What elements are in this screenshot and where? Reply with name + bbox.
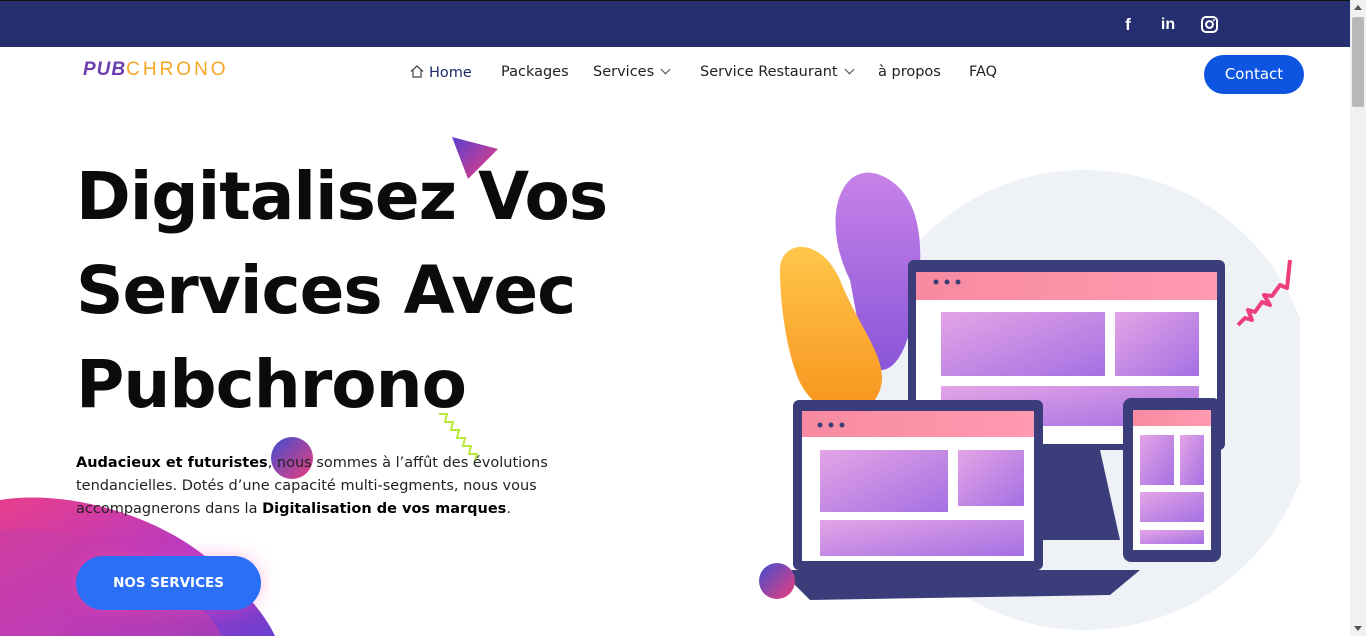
logo-text-chrono: CHRONO <box>126 59 229 80</box>
nav-item-home[interactable]: Home <box>410 64 472 81</box>
hero-title: Digitalisez Vos Services Avec Pubchrono <box>76 150 696 432</box>
nos-services-button[interactable]: NOS SERVICES <box>76 556 261 610</box>
scroll-up-icon[interactable] <box>1354 5 1362 10</box>
hero-text-bold-2: Digitalisation de vos marques <box>262 501 507 517</box>
triangle-decoration <box>452 137 498 179</box>
hero-text-bold-1: Audacieux et futuristes <box>76 455 268 471</box>
instagram-icon[interactable] <box>1199 15 1219 35</box>
nav-item-service-restaurant[interactable]: Service Restaurant <box>700 64 855 80</box>
nav-item-a-propos[interactable]: à propos <box>878 64 941 80</box>
contact-button[interactable]: Contact <box>1204 55 1304 94</box>
chevron-down-icon <box>844 64 855 75</box>
home-icon <box>410 65 424 78</box>
hero-title-line-3: Pubchrono <box>76 346 467 423</box>
hero-title-line-2: Services Avec <box>76 252 576 329</box>
nav-item-service-restaurant-label: Service Restaurant <box>700 64 838 80</box>
nav-item-faq[interactable]: FAQ <box>969 64 997 80</box>
nav-item-packages[interactable]: Packages <box>501 64 569 80</box>
main-navbar: PUBCHRONO Home Packages Services Service… <box>0 47 1350 103</box>
pubchrono-logo[interactable]: PUBCHRONO <box>83 59 229 81</box>
scroll-down-icon[interactable] <box>1354 626 1362 631</box>
facebook-icon[interactable]: f <box>1118 15 1138 35</box>
hero-title-line-1: Digitalisez Vos <box>76 158 608 235</box>
linkedin-icon[interactable]: in <box>1158 15 1178 35</box>
nav-item-packages-label: Packages <box>501 64 569 80</box>
chevron-down-icon <box>660 64 671 75</box>
nav-item-services-label: Services <box>593 64 655 80</box>
top-bar: f in <box>0 0 1350 47</box>
scrollbar-thumb[interactable] <box>1352 17 1364 107</box>
nav-item-home-label: Home <box>429 65 472 81</box>
nav-item-services[interactable]: Services <box>593 64 671 80</box>
hero-description: Audacieux et futuristes, nous sommes à l… <box>76 452 576 521</box>
hero-text-end: . <box>506 501 511 517</box>
nav-item-faq-label: FAQ <box>969 64 998 80</box>
nav-item-a-propos-label: à propos <box>878 64 941 80</box>
page-scrollbar[interactable] <box>1350 0 1366 636</box>
logo-text-pub: PUB <box>83 59 127 80</box>
devices-illustration <box>759 170 1300 630</box>
